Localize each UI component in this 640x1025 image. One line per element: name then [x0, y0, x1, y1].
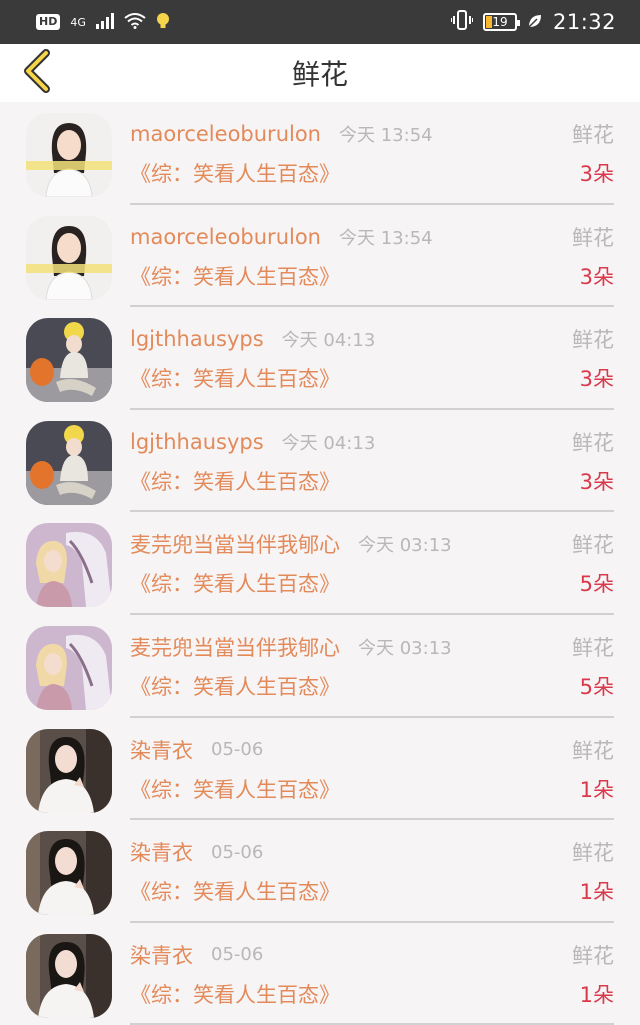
sender-name[interactable]: lgjthhausyps — [130, 327, 264, 351]
gift-count: 1朵 — [579, 880, 614, 905]
record-time: 今天 03:13 — [358, 637, 452, 659]
record-time: 05-06 — [211, 739, 264, 761]
avatar-girl-sitting-orange-bag[interactable] — [26, 420, 112, 505]
book-title[interactable]: 《综：笑看人生百态》 — [130, 671, 340, 701]
record-content: 染青衣 05-06 鲜花 《综：笑看人生百态》 1朵 — [130, 923, 614, 1025]
book-title[interactable]: 《综：笑看人生百态》 — [130, 774, 340, 804]
flower-record-row-1[interactable]: maorceleoburulon 今天 13:54 鲜花 《综：笑看人生百态》 … — [0, 102, 640, 205]
status-right: 19 21:32 — [449, 9, 616, 35]
record-time: 今天 04:13 — [281, 432, 376, 454]
signal-icon — [95, 10, 114, 34]
flower-record-row-2[interactable]: maorceleoburulon 今天 13:54 鲜花 《综：笑看人生百态》 … — [0, 205, 640, 308]
gift-kind: 鲜花 — [572, 635, 614, 660]
book-title[interactable]: 《综：笑看人生百态》 — [130, 158, 340, 188]
gift-count: 3朵 — [579, 469, 614, 494]
network-type: 4G — [70, 15, 86, 29]
avatar-girl-praying-white[interactable] — [26, 831, 112, 916]
record-time: 今天 13:54 — [339, 227, 433, 249]
sender-name[interactable]: maorceleoburulon — [130, 225, 321, 249]
gift-count: 3朵 — [579, 162, 614, 186]
back-button[interactable] — [14, 49, 58, 97]
flower-record-row-6[interactable]: 麦芫兜当當当伴我郇心 今天 03:13 鲜花 《综：笑看人生百态》 5朵 — [0, 615, 640, 718]
record-time: 05-06 — [211, 944, 264, 966]
leaf-icon — [527, 10, 543, 34]
record-content: 染青衣 05-06 鲜花 《综：笑看人生百态》 1朵 — [130, 820, 614, 923]
battery-level: 19 — [492, 15, 508, 29]
record-content: lgjthhausyps 今天 04:13 鲜花 《综：笑看人生百态》 3朵 — [130, 410, 614, 513]
gift-kind: 鲜花 — [572, 430, 614, 455]
record-time: 05-06 — [211, 841, 264, 863]
gift-count: 5朵 — [579, 674, 614, 699]
sender-name[interactable]: 染青衣 — [130, 940, 193, 970]
flower-record-row-3[interactable]: lgjthhausyps 今天 04:13 鲜花 《综：笑看人生百态》 3朵 — [0, 307, 640, 410]
gift-kind: 鲜花 — [572, 738, 614, 763]
hd-badge: HD — [36, 14, 61, 30]
vibrate-icon — [449, 9, 474, 35]
sender-name[interactable]: 染青衣 — [130, 837, 193, 867]
record-time: 今天 13:54 — [339, 125, 433, 146]
flower-record-row-5[interactable]: 麦芫兜当當当伴我郇心 今天 03:13 鲜花 《综：笑看人生百态》 5朵 — [0, 512, 640, 615]
sender-name[interactable]: 麦芫兜当當当伴我郇心 — [130, 529, 340, 559]
avatar-girl-praying-white[interactable] — [26, 728, 112, 813]
flower-record-row-8[interactable]: 染青衣 05-06 鲜花 《综：笑看人生百态》 1朵 — [0, 820, 640, 923]
sender-name[interactable]: lgjthhausyps — [130, 430, 264, 454]
avatar-girl-praying-white[interactable] — [26, 933, 112, 1018]
record-content: maorceleoburulon 今天 13:54 鲜花 《综：笑看人生百态》 … — [130, 205, 614, 308]
chevron-left-icon — [21, 49, 51, 97]
gift-kind: 鲜花 — [572, 225, 614, 250]
gift-kind: 鲜花 — [572, 533, 614, 558]
notification-bulb-icon — [156, 10, 170, 34]
book-title[interactable]: 《综：笑看人生百态》 — [130, 261, 340, 291]
record-content: lgjthhausyps 今天 04:13 鲜花 《综：笑看人生百态》 3朵 — [130, 307, 614, 410]
sender-name[interactable]: maorceleoburulon — [130, 122, 321, 146]
flower-record-list: maorceleoburulon 今天 13:54 鲜花 《综：笑看人生百态》 … — [0, 102, 640, 1025]
gift-kind: 鲜花 — [572, 123, 614, 147]
status-time: 21:32 — [552, 10, 616, 34]
flower-record-row-4[interactable]: lgjthhausyps 今天 04:13 鲜花 《综：笑看人生百态》 3朵 — [0, 410, 640, 513]
record-content: 麦芫兜当當当伴我郇心 今天 03:13 鲜花 《综：笑看人生百态》 5朵 — [130, 512, 614, 615]
flower-record-row-7[interactable]: 染青衣 05-06 鲜花 《综：笑看人生百态》 1朵 — [0, 718, 640, 821]
book-title[interactable]: 《综：笑看人生百态》 — [130, 979, 340, 1009]
record-time: 今天 03:13 — [358, 535, 452, 557]
book-title[interactable]: 《综：笑看人生百态》 — [130, 568, 340, 598]
avatar-girl-with-horse[interactable] — [26, 523, 112, 608]
wifi-icon — [124, 10, 146, 34]
avatar-girl-white-top[interactable] — [26, 215, 112, 300]
gift-count: 1朵 — [579, 777, 614, 802]
status-bar: HD 4G 19 21:32 — [0, 0, 640, 44]
flower-record-row-9[interactable]: 染青衣 05-06 鲜花 《综：笑看人生百态》 1朵 — [0, 923, 640, 1025]
gift-count: 5朵 — [579, 572, 614, 597]
avatar-girl-sitting-orange-bag[interactable] — [26, 318, 112, 403]
record-time: 今天 04:13 — [281, 330, 376, 352]
page-title: 鲜花 — [291, 58, 348, 91]
sender-name[interactable]: 麦芫兜当當当伴我郇心 — [130, 632, 340, 662]
gift-kind: 鲜花 — [572, 841, 614, 866]
record-content: 染青衣 05-06 鲜花 《综：笑看人生百态》 1朵 — [130, 718, 614, 821]
avatar-girl-with-horse[interactable] — [26, 625, 112, 710]
battery-icon: 19 — [482, 13, 520, 31]
book-title[interactable]: 《综：笑看人生百态》 — [130, 466, 340, 496]
record-content: 麦芫兜当當当伴我郇心 今天 03:13 鲜花 《综：笑看人生百态》 5朵 — [130, 615, 614, 718]
nav-bar: 鲜花 — [0, 44, 640, 102]
sender-name[interactable]: 染青衣 — [130, 735, 193, 765]
book-title[interactable]: 《综：笑看人生百态》 — [130, 876, 340, 906]
gift-count: 3朵 — [579, 264, 614, 289]
gift-kind: 鲜花 — [572, 943, 614, 968]
status-left: HD 4G — [36, 10, 170, 34]
gift-count: 3朵 — [579, 367, 614, 392]
avatar-girl-white-top[interactable] — [26, 113, 112, 197]
record-content: maorceleoburulon 今天 13:54 鲜花 《综：笑看人生百态》 … — [130, 102, 614, 205]
gift-count: 1朵 — [579, 982, 614, 1007]
book-title[interactable]: 《综：笑看人生百态》 — [130, 363, 340, 393]
gift-kind: 鲜花 — [572, 328, 614, 353]
